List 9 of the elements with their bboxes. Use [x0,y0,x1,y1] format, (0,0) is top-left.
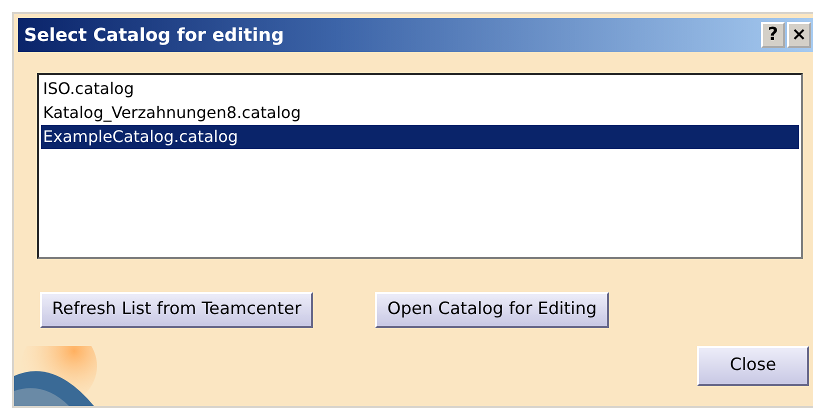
help-button[interactable]: ? [761,22,785,48]
window-title: Select Catalog for editing [24,24,284,48]
close-dialog-button[interactable]: Close [697,346,809,386]
list-item[interactable]: Katalog_Verzahnungen8.catalog [41,101,799,125]
action-button[interactable]: Open Catalog for Editing [375,292,609,328]
list-item[interactable]: ExampleCatalog.catalog [41,125,799,149]
list-item[interactable]: ISO.catalog [41,77,799,101]
action-button[interactable]: Refresh List from Teamcenter [40,292,314,328]
close-button[interactable]: × [787,22,811,48]
